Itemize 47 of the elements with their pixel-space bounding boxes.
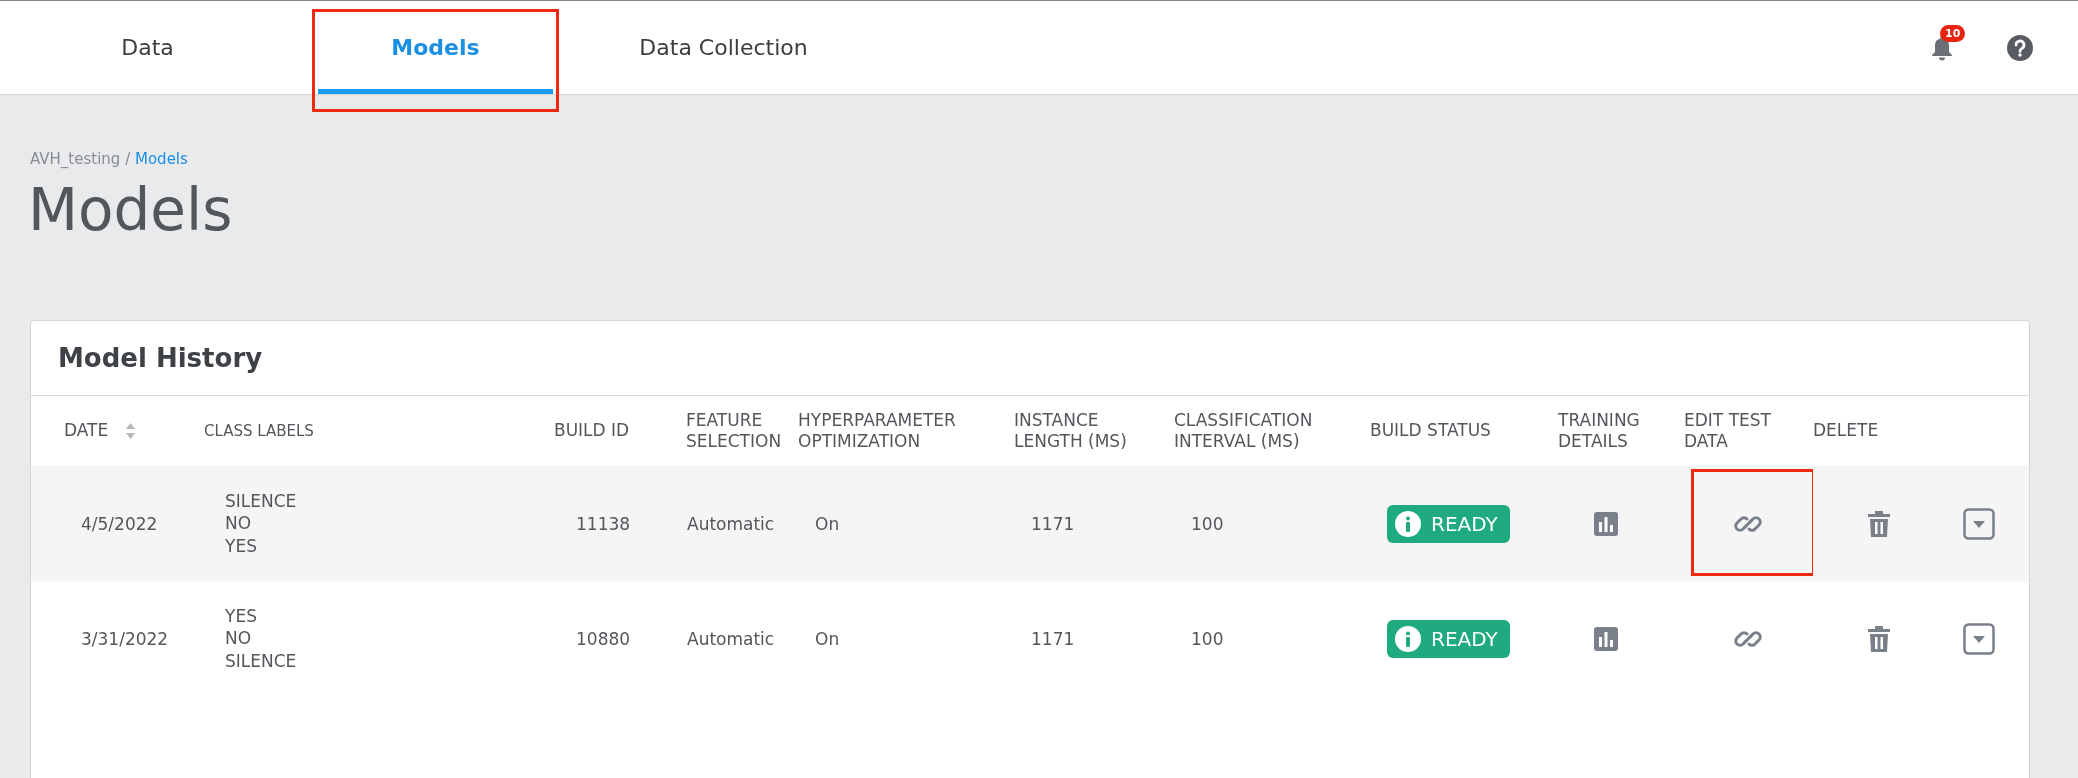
breadcrumb-link[interactable]: AVH_testing xyxy=(30,150,121,168)
dropdown-icon[interactable] xyxy=(1963,507,1995,540)
column-header: BUILD STATUS xyxy=(1370,420,1491,442)
nav-tab[interactable]: Data Collection xyxy=(606,1,841,94)
column-header: INSTANCE LENGTH (MS) xyxy=(1014,409,1128,453)
column-header: CLASSIFICATION INTERVAL (MS) xyxy=(1174,409,1314,453)
column-header: HYPERPARAMETER OPTIMIZATION xyxy=(798,409,957,453)
classification-interval-cell: 100 xyxy=(1191,628,1224,649)
build-status-badge[interactable]: READY xyxy=(1387,619,1510,658)
card-title: Model History xyxy=(31,321,2029,396)
class-label: NO xyxy=(225,512,253,535)
trash-icon[interactable] xyxy=(1868,625,1890,652)
dropdown-icon[interactable] xyxy=(1963,622,1995,655)
class-label: YES xyxy=(225,534,258,557)
notification-count: 10 xyxy=(1940,24,1966,42)
breadcrumb-separator: / xyxy=(125,150,131,168)
build-id-cell: 10880 xyxy=(576,628,631,649)
column-header: CLASS LABELS xyxy=(204,421,314,441)
column-header: DELETE xyxy=(1813,420,1879,442)
class-label: SILENCE xyxy=(225,490,297,513)
column-header: TRAINING DETAILS xyxy=(1558,409,1641,453)
nav-tab[interactable]: Models xyxy=(318,1,553,94)
bar-chart-icon[interactable] xyxy=(1594,626,1618,651)
build-status-badge[interactable]: READY xyxy=(1387,504,1510,543)
class-label: YES xyxy=(225,605,258,628)
column-header: EDIT TEST DATA xyxy=(1684,409,1772,453)
page-title: Models xyxy=(28,176,234,244)
classification-interval-cell: 100 xyxy=(1191,513,1224,534)
bar-chart-icon[interactable] xyxy=(1594,511,1618,536)
hyperparameter-cell: On xyxy=(815,513,840,534)
feature-selection-cell: Automatic xyxy=(687,628,775,649)
date-cell: 3/31/2022 xyxy=(81,628,169,649)
class-label: SILENCE xyxy=(225,649,297,672)
build-id-cell: 11138 xyxy=(576,513,631,534)
column-header[interactable]: DATE xyxy=(64,420,109,442)
column-header: FEATURE SELECTION xyxy=(686,409,783,453)
date-cell: 4/5/2022 xyxy=(81,513,158,534)
instance-length-cell: 1171 xyxy=(1031,628,1075,649)
breadcrumb-current: Models xyxy=(135,150,188,168)
feature-selection-cell: Automatic xyxy=(687,513,775,534)
help-icon[interactable] xyxy=(2007,34,2033,61)
instance-length-cell: 1171 xyxy=(1031,513,1075,534)
class-label: NO xyxy=(225,627,253,650)
trash-icon[interactable] xyxy=(1868,510,1890,537)
hyperparameter-cell: On xyxy=(815,628,840,649)
column-header: BUILD ID xyxy=(554,420,630,442)
nav-tab[interactable]: Data xyxy=(30,1,265,94)
